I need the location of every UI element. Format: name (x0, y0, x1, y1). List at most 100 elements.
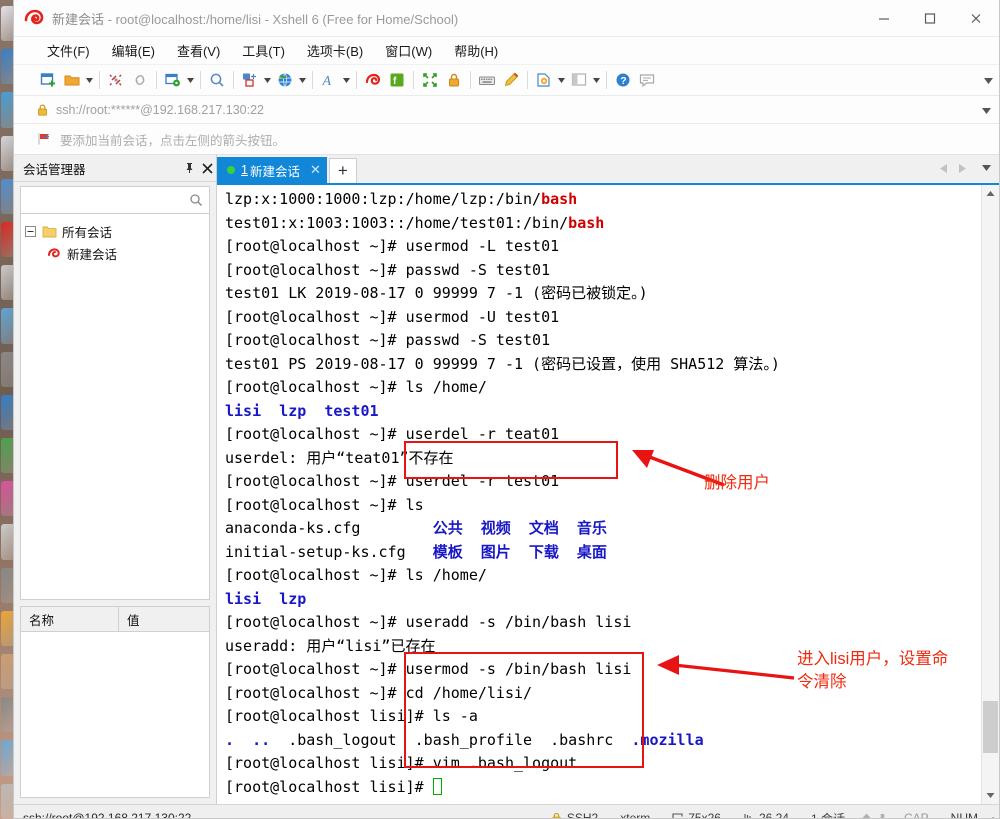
toolbar: A f ? (14, 65, 999, 96)
notice-bar: 要添加当前会话，点击左侧的箭头按钮。 (14, 124, 999, 155)
properties-column-name[interactable]: 名称 (21, 607, 119, 631)
find-icon[interactable] (205, 68, 229, 92)
tab-list-button[interactable] (977, 159, 995, 177)
layout-dropdown-icon[interactable] (591, 68, 602, 92)
fullscreen-icon[interactable] (418, 68, 442, 92)
window-title-session: 新建会话 (52, 11, 105, 27)
terminal-line: [root@localhost ~]# passwd -S test01 (225, 259, 981, 283)
menu-bar: 文件(F) 编辑(E) 查看(V) 工具(T) 选项卡(B) 窗口(W) 帮助(… (14, 37, 999, 65)
toolbar-overflow-button[interactable] (984, 73, 993, 87)
session-manager-panel: 会话管理器 所有会话 新建会话 名称 值 (14, 155, 217, 804)
comment-icon[interactable] (635, 68, 659, 92)
expander-minus-icon[interactable] (25, 225, 36, 237)
add-note-dropdown-icon[interactable] (556, 68, 567, 92)
resize-grip-icon[interactable] (984, 812, 996, 819)
terminal-output[interactable]: lzp:x:1000:1000:lzp:/home/lzp:/bin/bash t… (217, 185, 981, 804)
tree-node-all-sessions[interactable]: 所有会话 (21, 220, 209, 242)
terminal-text: [root@localhost ~]# ls (225, 495, 424, 514)
session-settings-dropdown-icon[interactable] (185, 68, 196, 92)
toolbar-separator (527, 71, 528, 89)
menu-tab[interactable]: 选项卡(B) (298, 38, 372, 63)
open-folder-dropdown-icon[interactable] (84, 68, 95, 92)
session-settings-icon[interactable] (161, 68, 185, 92)
menu-window[interactable]: 窗口(W) (376, 38, 441, 63)
terminal-line: . .. .bash_logout .bash_profile .bashrc … (225, 729, 981, 753)
properties-column-value[interactable]: 值 (119, 607, 209, 631)
tab-new-session[interactable]: 1 新建会话 ✕ (217, 157, 327, 183)
terminal-text: 公共 视频 文档 音乐 (432, 519, 607, 537)
keyboard-icon[interactable] (475, 68, 499, 92)
transfer-icon[interactable] (238, 68, 262, 92)
pin-panel-button[interactable] (180, 157, 198, 179)
font-dropdown-icon[interactable] (341, 68, 352, 92)
menu-help[interactable]: 帮助(H) (445, 38, 507, 63)
xshell-icon[interactable] (361, 68, 385, 92)
tab-close-icon[interactable]: ✕ (310, 162, 321, 178)
minimize-button[interactable] (861, 0, 907, 36)
resize-icon (672, 812, 683, 818)
open-folder-icon[interactable] (60, 68, 84, 92)
terminal-text: lisi lzp test01 (225, 401, 379, 420)
annotation-text-enter-lisi: 进入lisi用户，设置命 令清除 (797, 650, 949, 691)
help-icon[interactable]: ? (611, 68, 635, 92)
status-terminal-type: xterm (620, 811, 651, 819)
toolbar-separator (413, 71, 414, 89)
terminal-text: anaconda-ks.cfg (225, 519, 433, 537)
new-session-icon[interactable] (36, 68, 60, 92)
status-num: NUM (950, 811, 978, 819)
menu-tools[interactable]: 工具(T) (233, 38, 294, 63)
session-tree[interactable]: 所有会话 新建会话 (20, 214, 210, 600)
web-icon[interactable] (273, 68, 297, 92)
arrow-down-icon (880, 813, 885, 818)
font-icon[interactable]: A (317, 68, 341, 92)
tab-number: 1 (241, 163, 248, 177)
lock-icon[interactable] (442, 68, 466, 92)
add-note-icon[interactable] (532, 68, 556, 92)
address-input[interactable]: ssh://root:******@192.168.217.130:22 (36, 100, 979, 120)
tab-next-button[interactable] (953, 159, 971, 177)
xshell-window: 新建会话 - root@localhost:/home/lisi - Xshel… (13, 0, 1000, 819)
terminal-line: [root@localhost ~]# useradd -s /bin/bash… (225, 611, 981, 635)
pin-icon (186, 163, 192, 173)
maximize-button[interactable] (907, 0, 953, 36)
window-title-rest: - root@localhost:/home/lisi - Xshell 6 (… (104, 11, 459, 27)
scrollbar-track[interactable] (982, 202, 999, 787)
scrollbar-thumb[interactable] (983, 701, 998, 753)
terminal-text: . (225, 730, 235, 749)
xftp-icon[interactable]: f (385, 68, 409, 92)
new-tab-button[interactable]: + (328, 158, 357, 183)
terminal-text: .bash_logout .bash_profile .bashrc (270, 730, 632, 749)
close-panel-button[interactable] (198, 157, 216, 179)
terminal-line: [root@localhost ~]# userdel -r teat01 (225, 423, 981, 447)
terminal-line: [root@localhost ~]# ls (225, 494, 981, 518)
link-icon[interactable] (128, 68, 152, 92)
terminal-text: initial-setup-ks.cfg (225, 542, 433, 561)
transfer-dropdown-icon[interactable] (262, 68, 273, 92)
terminal-text: bash (568, 213, 605, 232)
scroll-up-button[interactable] (982, 185, 999, 202)
tab-prev-button[interactable] (935, 159, 953, 177)
layout-icon[interactable] (567, 68, 591, 92)
scroll-down-button[interactable] (982, 787, 999, 804)
terminal-text: .. (252, 730, 271, 749)
lock-icon (38, 103, 47, 116)
web-dropdown-icon[interactable] (297, 68, 308, 92)
terminal-scrollbar[interactable] (981, 185, 999, 804)
terminal-line: lisi lzp (225, 588, 981, 612)
address-dropdown-button[interactable] (982, 103, 991, 117)
arrow-up-icon (862, 813, 871, 818)
terminal-text: [root@localhost ~]# usermod -s /bin/bash… (225, 660, 632, 678)
terminal-text: test01 LK 2019-08-17 0 99999 7 -1 (密码已被锁… (225, 284, 648, 302)
status-session-count: 1 会话 (810, 811, 845, 819)
session-search-input[interactable] (20, 186, 210, 214)
menu-edit[interactable]: 编辑(E) (103, 38, 164, 63)
menu-view[interactable]: 查看(V) (168, 38, 229, 63)
highlight-icon[interactable] (499, 68, 523, 92)
menu-file[interactable]: 文件(F) (38, 38, 99, 63)
disconnect-icon[interactable] (104, 68, 128, 92)
tree-node-new-session[interactable]: 新建会话 (21, 242, 209, 264)
svg-text:A: A (322, 74, 332, 89)
toolbar-separator (312, 71, 313, 89)
close-button[interactable] (953, 0, 999, 36)
toolbar-separator (470, 71, 471, 89)
